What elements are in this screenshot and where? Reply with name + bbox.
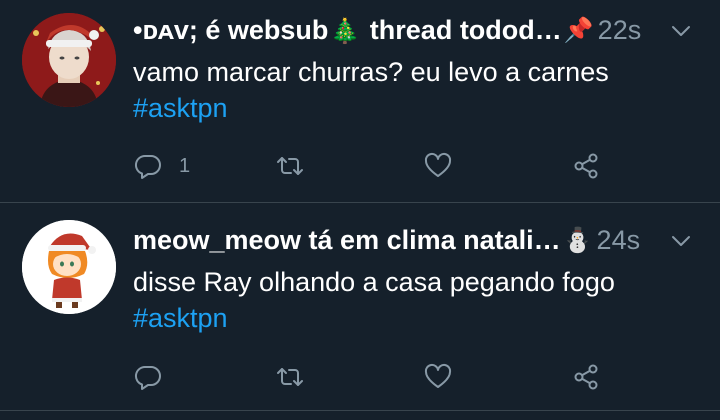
hashtag-link[interactable]: #asktpn [133, 300, 700, 336]
avatar[interactable] [22, 13, 116, 107]
reply-icon [134, 365, 161, 390]
display-name[interactable]: •ᴅᴀᴠ; é websub🎄 thread todod… [133, 15, 562, 46]
avatar-icon [22, 13, 116, 107]
reply-button[interactable] [133, 359, 179, 395]
share-icon [574, 364, 598, 390]
like-button[interactable] [423, 148, 453, 184]
tweet[interactable]: •ᴅᴀᴠ; é websub🎄 thread todod… 📌 22s vamo… [0, 0, 720, 203]
tweet-text: disse Ray olhando a casa pegando fogo #a… [133, 264, 700, 336]
tweet-body: vamo marcar churras? eu levo a carnes [133, 57, 609, 87]
timestamp[interactable]: 24s [597, 225, 641, 256]
reply-icon [134, 154, 161, 179]
chevron-down-icon[interactable] [670, 20, 692, 42]
tweet-header: meow_meow tá em clima natali… ⛄ 24s [133, 222, 660, 258]
avatar-icon [22, 220, 116, 314]
share-button[interactable] [571, 148, 601, 184]
reply-button[interactable]: 1 [133, 148, 190, 184]
retweet-button[interactable] [275, 359, 305, 395]
share-icon [574, 153, 598, 179]
tweet-text: vamo marcar churras? eu levo a carnes #a… [133, 54, 700, 126]
reply-count: 1 [179, 154, 191, 177]
display-name[interactable]: meow_meow tá em clima natali… [133, 225, 561, 256]
pin-emoji: 📌 [563, 16, 594, 44]
avatar[interactable] [22, 220, 116, 314]
snowman-emoji: ⛄ [562, 226, 593, 254]
share-button[interactable] [571, 359, 601, 395]
heart-icon [424, 152, 452, 177]
tweet-actions: 1 [133, 148, 720, 184]
chevron-down-icon[interactable] [670, 230, 692, 252]
retweet-button[interactable] [275, 148, 305, 184]
retweet-icon [277, 368, 303, 386]
retweet-icon [277, 157, 303, 175]
tweet-body: disse Ray olhando a casa pegando fogo [133, 267, 615, 297]
timestamp[interactable]: 22s [598, 15, 642, 46]
tweet-header: •ᴅᴀᴠ; é websub🎄 thread todod… 📌 22s [133, 12, 660, 48]
tweet-actions [133, 359, 720, 395]
like-button[interactable] [423, 359, 453, 395]
heart-icon [424, 363, 452, 388]
hashtag-link[interactable]: #asktpn [133, 90, 700, 126]
tweet[interactable]: meow_meow tá em clima natali… ⛄ 24s diss… [0, 204, 720, 411]
timeline-feed: •ᴅᴀᴠ; é websub🎄 thread todod… 📌 22s vamo… [0, 0, 720, 420]
christmas-tree-emoji: 🎄 [330, 17, 361, 45]
